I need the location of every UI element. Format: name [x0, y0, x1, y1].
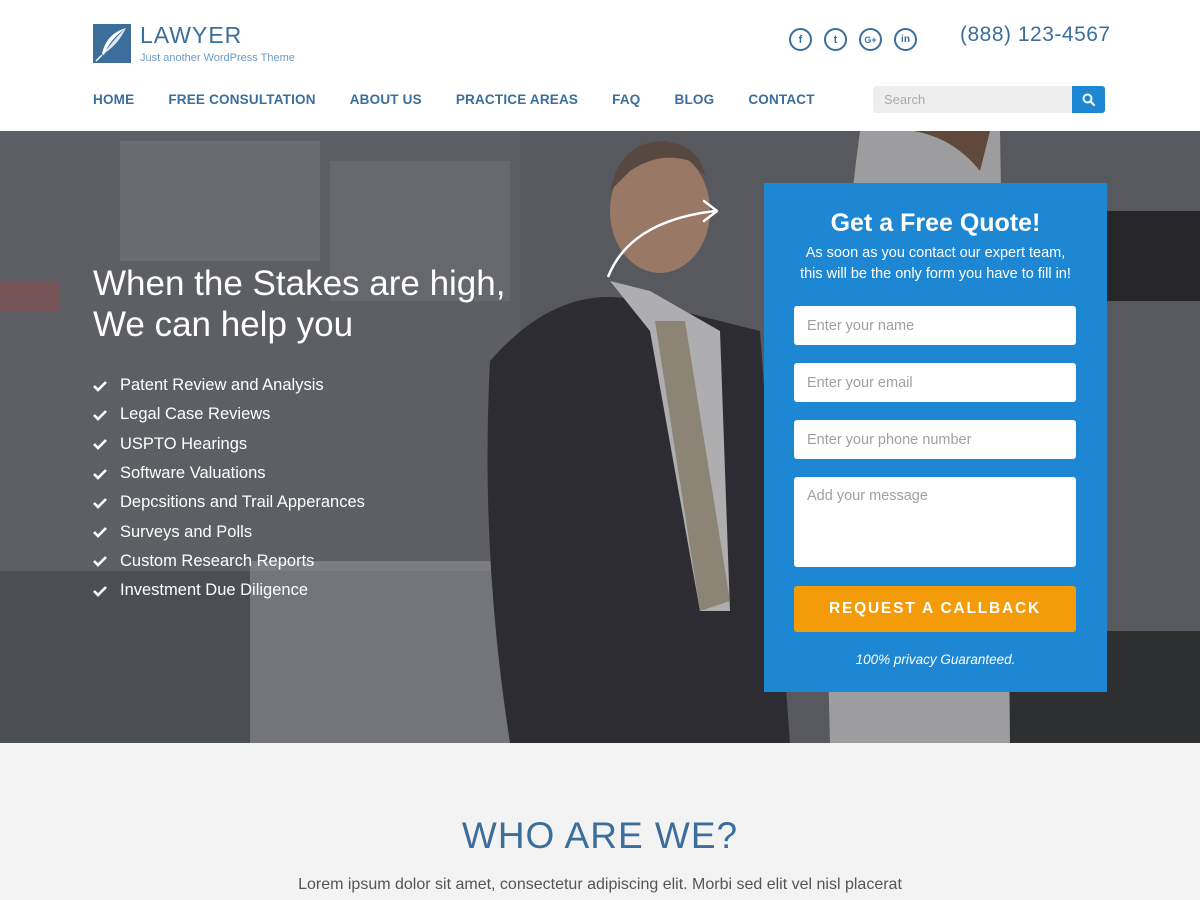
name-field[interactable]: [794, 306, 1076, 345]
hero-title: When the Stakes are high, We can help yo…: [93, 263, 505, 345]
who-section: WHO ARE WE? Lorem ipsum dolor sit amet, …: [0, 743, 1200, 900]
search-input[interactable]: [873, 86, 1072, 113]
message-field[interactable]: [794, 477, 1076, 567]
site-tagline: Just another WordPress Theme: [140, 52, 295, 64]
twitter-icon[interactable]: t: [824, 28, 847, 51]
social-links: f t G+ in: [789, 28, 917, 51]
check-icon: [93, 585, 107, 597]
feature-label: Custom Research Reports: [120, 551, 315, 570]
hero-title-line1: When the Stakes are high,: [93, 264, 506, 303]
nav-item-practice-areas[interactable]: PRACTICE AREAS: [456, 92, 578, 107]
nav-item-blog[interactable]: BLOG: [675, 92, 715, 107]
search-icon: [1082, 93, 1095, 106]
feature-label: Patent Review and Analysis: [120, 376, 324, 395]
phone-number[interactable]: (888) 123-4567: [960, 23, 1111, 47]
feature-label: Surveys and Polls: [120, 522, 253, 541]
phone-field[interactable]: [794, 420, 1076, 459]
list-item: Custom Research Reports: [93, 547, 365, 576]
check-icon: [93, 409, 107, 421]
section-title: WHO ARE WE?: [461, 815, 739, 856]
email-field[interactable]: [794, 363, 1076, 402]
feature-label: Software Valuations: [120, 464, 266, 483]
facebook-icon[interactable]: f: [789, 28, 812, 51]
section-text: Lorem ipsum dolor sit amet, consectetur …: [298, 876, 902, 893]
check-icon: [93, 497, 107, 509]
site-header: LAWYER Just another WordPress Theme f t …: [0, 0, 1200, 131]
list-item: Surveys and Polls: [93, 517, 365, 546]
privacy-note: 100% privacy Guaranteed.: [855, 652, 1016, 667]
linkedin-icon[interactable]: in: [894, 28, 917, 51]
check-icon: [93, 468, 107, 480]
features-list: Patent Review and Analysis Legal Case Re…: [93, 371, 365, 605]
search-button[interactable]: [1072, 86, 1105, 113]
list-item: Patent Review and Analysis: [93, 371, 365, 400]
feature-label: USPTO Hearings: [120, 434, 248, 453]
quote-form: Get a Free Quote! As soon as you contact…: [764, 183, 1107, 692]
nav-item-free-consultation[interactable]: FREE CONSULTATION: [168, 92, 315, 107]
nav-item-home[interactable]: HOME: [93, 92, 134, 107]
list-item: USPTO Hearings: [93, 430, 365, 459]
nav-item-contact[interactable]: CONTACT: [748, 92, 814, 107]
quote-subtitle-line1: As soon as you contact our expert team,: [805, 245, 1066, 261]
list-item: Software Valuations: [93, 459, 365, 488]
quill-logo-icon: [93, 24, 131, 63]
main-nav: HOME FREE CONSULTATION ABOUT US PRACTICE…: [93, 92, 849, 107]
quote-subtitle-line2: this will be the only form you have to f…: [800, 266, 1071, 282]
quote-subtitle: As soon as you contact our expert team, …: [784, 243, 1087, 285]
list-item: Investment Due Diligence: [93, 576, 365, 605]
hero-section: When the Stakes are high, We can help yo…: [0, 131, 1200, 743]
quote-title: Get a Free Quote!: [830, 209, 1041, 237]
list-item: Depcsitions and Trail Apperances: [93, 488, 365, 517]
request-callback-button[interactable]: REQUEST A CALLBACK: [794, 586, 1076, 632]
feature-label: Investment Due Diligence: [120, 581, 309, 600]
google-plus-icon[interactable]: G+: [859, 28, 882, 51]
nav-item-about-us[interactable]: ABOUT US: [350, 92, 422, 107]
site-logo[interactable]: LAWYER Just another WordPress Theme: [93, 24, 295, 64]
check-icon: [93, 526, 107, 538]
nav-item-faq[interactable]: FAQ: [612, 92, 640, 107]
check-icon: [93, 555, 107, 568]
check-icon: [93, 380, 107, 392]
list-item: Legal Case Reviews: [93, 400, 365, 429]
check-icon: [93, 438, 107, 451]
feature-label: Depcsitions and Trail Apperances: [120, 493, 365, 512]
search-bar: [873, 86, 1105, 113]
hero-title-line2: We can help you: [93, 305, 354, 344]
feature-label: Legal Case Reviews: [120, 405, 271, 424]
site-title: LAWYER: [140, 22, 243, 48]
